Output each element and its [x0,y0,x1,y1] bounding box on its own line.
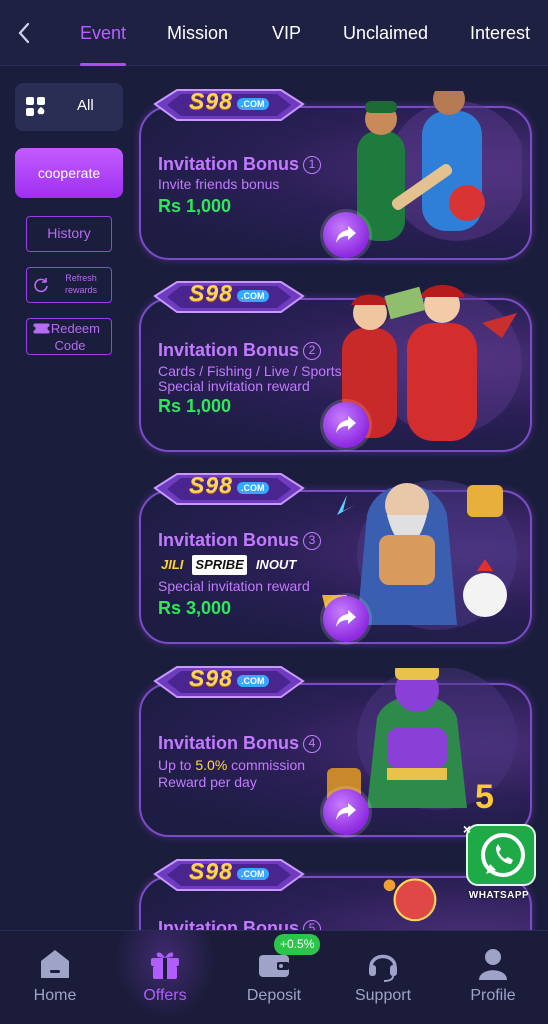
card-amount: Rs 1,000 [158,196,232,216]
invitation-bonus-card-4[interactable]: 5 S98 .COM Invitation Bonus 4 Up to 5.0% … [139,665,532,837]
inout-logo: INOUT [255,557,297,572]
person-icon [479,949,507,980]
card-commission: Up to 5.0% commission [158,757,306,773]
tab-mission[interactable]: Mission [167,0,228,66]
deposit-bonus-badge: +0.5% [274,934,321,955]
card-go-button[interactable] [323,212,369,258]
filter-all-label: All [77,97,94,114]
whatsapp-float[interactable]: × WHATSAPP [458,820,540,908]
jili-logo: JILI [161,557,184,572]
cooperate-button[interactable]: cooperate [15,148,123,198]
invitation-bonus-card-1[interactable]: S98 .COM Invitation Bonus 1 Invite friend… [139,88,532,260]
nav-support[interactable]: Support [328,931,438,1024]
nav-offers[interactable]: Offers [110,931,220,1024]
logo-domain: .COM [237,868,269,880]
card-go-button[interactable] [323,789,369,835]
nav-support-label: Support [354,987,412,1004]
card-amount: Rs 1,000 [158,396,232,416]
share-arrow-icon [336,610,356,627]
refresh-icon [34,278,48,293]
s98-logo-text: S98 [189,88,233,114]
logo-domain: .COM [237,98,269,110]
history-button[interactable]: History [26,216,112,252]
home-icon [41,950,69,978]
nav-offers-label: Offers [143,987,187,1004]
s98-logo-banner: S98 .COM [151,278,307,316]
card-subtitle: Reward per day [158,774,257,790]
spribe-logo: SPRIBE [192,555,247,575]
logo-domain: .COM [237,482,269,494]
svg-text:5: 5 [475,778,494,816]
invitation-bonus-card-2[interactable]: S98 .COM Invitation Bonus 2 Cards / Fishi… [139,280,532,452]
s98-logo-banner: S98 .COM [151,470,307,508]
s98-logo-banner: S98 .COM [151,856,307,894]
refresh-rewards-button[interactable]: Refresh rewards [26,267,112,303]
card-subtitle: Special invitation reward [158,378,310,394]
card-subtitle: Invite friends bonus [158,176,280,192]
s98-logo-text: S98 [189,280,233,306]
tab-vip[interactable]: VIP [272,0,301,66]
tab-event[interactable]: Event [80,0,127,66]
whatsapp-icon [481,833,525,877]
close-icon[interactable]: × [458,820,476,838]
card-go-button[interactable] [323,402,369,448]
nav-profile-label: Profile [470,987,516,1004]
whatsapp-label: WHATSAPP [468,890,530,901]
nav-deposit-label: Deposit [246,987,302,1004]
tab-interest[interactable]: Interest [470,0,530,66]
card-title: Invitation Bonus 3 [158,530,321,551]
card-amount: Rs 3,000 [158,598,232,618]
logo-domain: .COM [237,675,269,687]
top-tab-bar: Event Mission VIP Unclaimed Interest [0,0,548,66]
nav-home-label: Home [33,987,77,1004]
tab-unclaimed[interactable]: Unclaimed [343,0,428,66]
share-arrow-icon [336,803,356,820]
redeem-code-label: Redeem Code [50,321,100,353]
gift-icon [151,952,179,979]
commission-percent: 5.0% [195,757,228,773]
card-subtitle: Special invitation reward [158,578,310,594]
s98-logo-banner: S98 .COM [151,86,307,124]
share-arrow-icon [336,416,356,433]
redeem-code-button[interactable]: Redeem Code [26,318,112,355]
chevron-left-icon [18,22,30,44]
card-title: Invitation Bonus 4 [158,733,321,754]
grid-icon [26,97,45,116]
provider-logos: JILI SPRIBE INOUT [158,555,299,575]
card-go-button[interactable] [323,596,369,642]
share-arrow-icon [336,226,356,243]
s98-logo-text: S98 [189,472,233,498]
nav-profile[interactable]: Profile [438,931,548,1024]
logo-domain: .COM [237,290,269,302]
card-categories: Cards / Fishing / Live / Sports [158,363,342,379]
filter-all-button[interactable]: All [15,83,123,131]
back-button[interactable] [10,18,38,48]
whatsapp-button[interactable] [466,824,536,886]
s98-logo-text: S98 [189,665,233,691]
card-title: Invitation Bonus 2 [158,340,321,361]
refresh-rewards-label: Refresh rewards [64,273,97,295]
headset-icon [369,954,397,982]
s98-logo-banner: S98 .COM [151,663,307,701]
invitation-bonus-card-3[interactable]: S98 .COM Invitation Bonus 3 JILI SPRIBE I… [139,472,532,644]
s98-logo-text: S98 [189,858,233,884]
nav-home[interactable]: Home [0,931,110,1024]
card-title: Invitation Bonus 1 [158,154,321,175]
